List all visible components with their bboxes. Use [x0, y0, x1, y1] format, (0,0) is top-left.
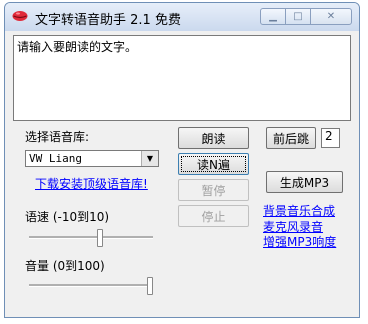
pause-button-label: 暂停: [201, 183, 226, 198]
read-button-label: 朗读: [201, 131, 226, 146]
voice-select[interactable]: VW Liang ▼: [25, 150, 159, 167]
close-icon: ✕: [326, 11, 336, 22]
volume-label: 音量 (0到100): [25, 259, 105, 273]
mp3-volume-link[interactable]: 增强MP3响度: [263, 233, 336, 250]
background-music-link[interactable]: 背景音乐合成: [263, 202, 335, 219]
jump-count-input[interactable]: 2: [321, 128, 340, 148]
minimize-icon: ▁: [269, 11, 277, 22]
dropdown-arrow-icon[interactable]: ▼: [141, 151, 158, 166]
speed-label: 语速 (-10到10): [25, 210, 110, 224]
download-voice-link[interactable]: 下载安装顶级语音库!: [35, 175, 148, 192]
read-n-times-button[interactable]: 读N遍: [178, 153, 249, 175]
read-button[interactable]: 朗读: [178, 127, 249, 149]
speed-slider-thumb[interactable]: [97, 229, 103, 247]
voice-library-label: 选择语音库:: [25, 130, 90, 144]
text-input-content: 请输入要朗读的文字。: [17, 40, 138, 54]
app-window: 文字转语音助手 2.1 免费 ▁ □ ✕ 请输入要朗读的文字。 选择语音库: V…: [4, 2, 360, 318]
pause-button[interactable]: 暂停: [178, 179, 249, 201]
voice-select-value: VW Liang: [29, 152, 82, 165]
text-input-area[interactable]: 请输入要朗读的文字。: [13, 35, 351, 121]
volume-slider-track: [29, 284, 153, 287]
jump-count-value: 2: [325, 129, 333, 143]
make-mp3-button[interactable]: 生成MP3: [266, 171, 343, 193]
stop-button[interactable]: 停止: [178, 205, 249, 227]
volume-slider-thumb[interactable]: [147, 277, 153, 295]
jump-button-label: 前后跳: [272, 131, 309, 146]
maximize-icon: □: [293, 11, 303, 22]
window-controls: ▁ □ ✕: [260, 8, 352, 25]
minimize-button[interactable]: ▁: [260, 8, 286, 25]
read-n-times-button-label: 读N遍: [197, 157, 230, 172]
speed-slider-track: [29, 236, 153, 239]
volume-slider[interactable]: [29, 277, 153, 295]
close-button[interactable]: ✕: [310, 8, 352, 25]
jump-button[interactable]: 前后跳: [266, 127, 316, 149]
window-title: 文字转语音助手 2.1 免费: [35, 13, 181, 28]
title-bar[interactable]: 文字转语音助手 2.1 免费 ▁ □ ✕: [5, 3, 359, 31]
speed-slider[interactable]: [29, 229, 153, 247]
stop-button-label: 停止: [201, 209, 226, 224]
maximize-button[interactable]: □: [286, 8, 310, 25]
make-mp3-button-label: 生成MP3: [279, 175, 330, 190]
lips-icon: [12, 11, 28, 21]
